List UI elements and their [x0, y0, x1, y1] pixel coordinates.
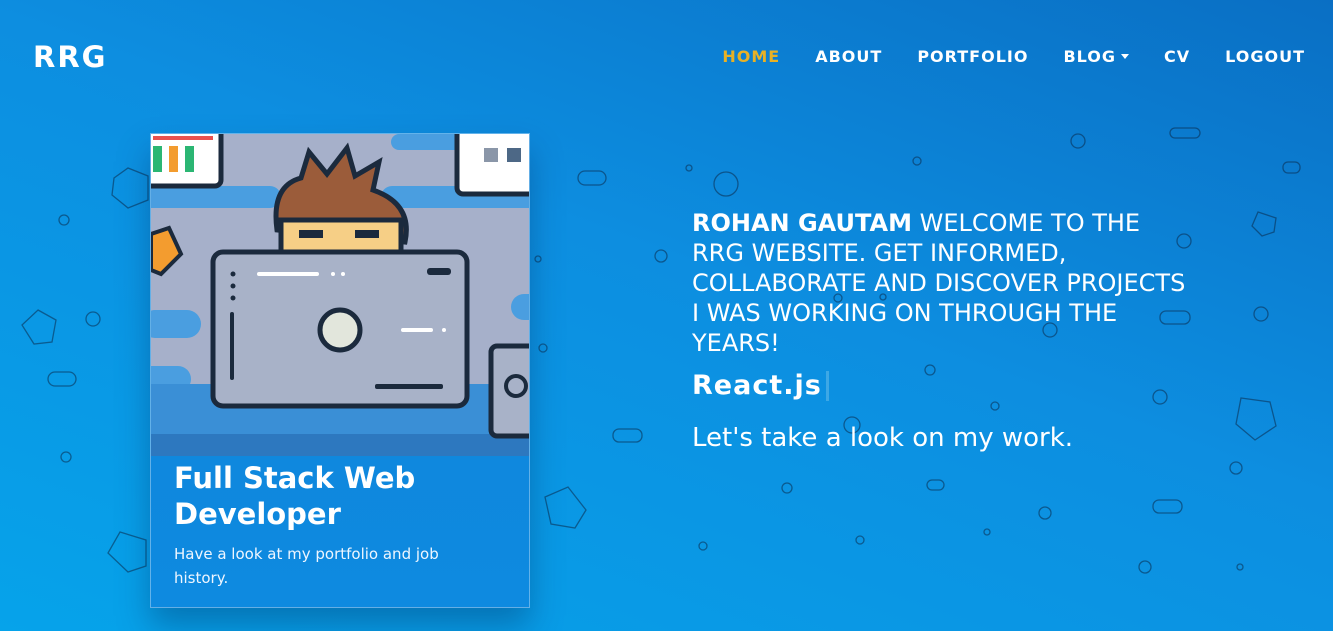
- hero-name: ROHAN GAUTAM: [692, 209, 912, 237]
- hero-cta: Let's take a look on my work.: [692, 423, 1074, 453]
- brand-logo[interactable]: RRG: [33, 40, 107, 74]
- nav-blog[interactable]: BLOG: [1063, 47, 1129, 66]
- developer-illustration: [151, 134, 529, 456]
- nav-blog-label: BLOG: [1063, 47, 1116, 66]
- card-description: Have a look at my portfolio and job hist…: [174, 545, 439, 587]
- typed-skill: React.js: [692, 370, 1192, 401]
- nav-cv[interactable]: CV: [1164, 47, 1190, 66]
- caret-down-icon: [1121, 54, 1129, 59]
- nav-links: HOME ABOUT PORTFOLIO BLOG CV LOGOUT: [722, 47, 1305, 66]
- typed-text: React.js: [692, 370, 822, 401]
- card-title: Full Stack Web Developer: [174, 461, 416, 531]
- hero-section: ROHAN GAUTAM WELCOME TO THE RRG WEBSITE.…: [692, 208, 1192, 453]
- text-cursor: [825, 370, 829, 401]
- nav-about[interactable]: ABOUT: [815, 47, 882, 66]
- profile-card[interactable]: Full Stack Web Developer Have a look at …: [150, 133, 530, 608]
- navbar: RRG HOME ABOUT PORTFOLIO BLOG CV LOGOUT: [0, 0, 1333, 116]
- nav-home[interactable]: HOME: [722, 47, 780, 66]
- nav-logout[interactable]: LOGOUT: [1225, 47, 1305, 66]
- hero-intro: ROHAN GAUTAM WELCOME TO THE RRG WEBSITE.…: [692, 208, 1192, 358]
- nav-portfolio[interactable]: PORTFOLIO: [917, 47, 1028, 66]
